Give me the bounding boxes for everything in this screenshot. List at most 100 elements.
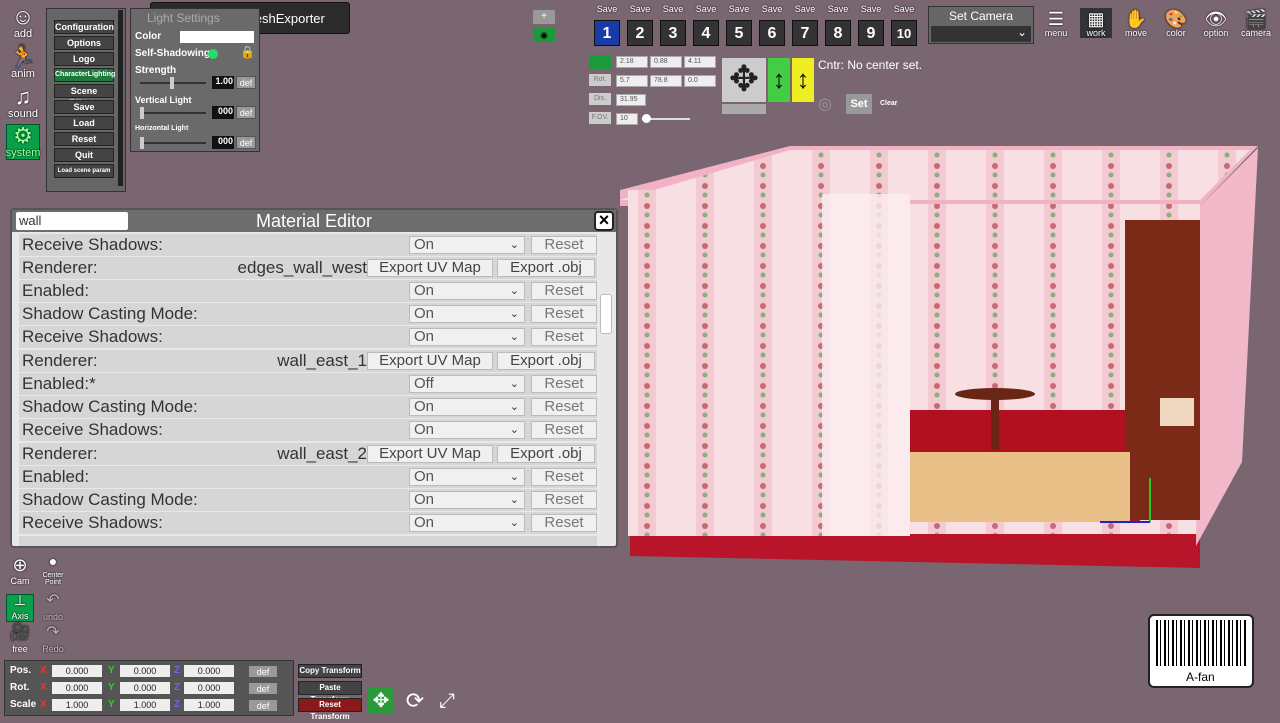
reset-button[interactable]: Reset xyxy=(531,375,597,393)
renderer-name: edges_wall_west xyxy=(237,258,367,277)
value-dropdown[interactable]: On ⌄ xyxy=(409,491,525,509)
property-label: Shadow Casting Mode: xyxy=(22,304,198,323)
material-editor-scrollbar[interactable] xyxy=(600,294,612,334)
rot-y-field[interactable]: 0.000 xyxy=(120,682,170,694)
property-label: Receive Shadows: xyxy=(22,420,163,439)
reset-button[interactable]: Reset xyxy=(531,236,597,254)
export-obj-button[interactable]: Export .obj xyxy=(497,352,595,370)
renderer-label: Renderer: xyxy=(22,258,98,277)
renderer-row: Renderer: edges_wall_west Export UV Map … xyxy=(19,257,597,279)
lamp xyxy=(1160,398,1194,426)
reset-transform-button[interactable]: Reset Transform xyxy=(298,698,362,721)
chevron-down-icon: ⌄ xyxy=(509,239,519,251)
value-dropdown[interactable]: On ⌄ xyxy=(409,421,525,439)
property-row: Receive Shadows: On ⌄ Reset xyxy=(19,326,597,348)
value-dropdown[interactable]: On ⌄ xyxy=(409,398,525,416)
scale-def-button[interactable]: def xyxy=(248,699,278,712)
reset-button[interactable]: Reset xyxy=(531,305,597,323)
property-row: Enabled: On ⌄ Reset xyxy=(19,280,597,302)
reset-button[interactable]: Reset xyxy=(531,514,597,532)
value-dropdown[interactable]: On ⌄ xyxy=(409,468,525,486)
property-label: Receive Shadows: xyxy=(22,235,163,254)
reset-button[interactable]: Reset xyxy=(531,421,597,439)
scale-y-field[interactable]: 1.000 xyxy=(120,699,170,711)
reset-button[interactable]: Reset xyxy=(531,491,597,509)
export-obj-button[interactable]: Export .obj xyxy=(497,445,595,463)
chevron-down-icon: ⌄ xyxy=(509,378,519,390)
property-row: Enabled:* Off ⌄ Reset xyxy=(19,373,597,395)
cam-plus-icon: ⊕ xyxy=(12,555,28,575)
axis-button[interactable]: ⊥ Axis xyxy=(6,592,34,622)
pos-y-field[interactable]: 0.000 xyxy=(120,665,170,677)
value-dropdown[interactable]: On ⌄ xyxy=(409,305,525,323)
pos-z-label: Z xyxy=(174,665,181,676)
pos-x-label: X xyxy=(40,665,47,676)
cam-button[interactable]: ⊕ Cam xyxy=(6,555,34,586)
pos-y-label: Y xyxy=(108,665,115,676)
pos-label: Pos. xyxy=(10,665,32,676)
move-gizmo-button[interactable]: ✥ xyxy=(368,688,394,714)
chevron-down-icon: ⌄ xyxy=(509,517,519,529)
property-row: Receive Shadows: On ⌄ Reset xyxy=(19,512,597,534)
value-dropdown[interactable]: Off ⌄ xyxy=(409,375,525,393)
reset-button[interactable]: Reset xyxy=(531,328,597,346)
rot-label: Rot. xyxy=(10,682,30,693)
rotate-gizmo-button[interactable]: ⟳ xyxy=(402,688,428,714)
renderer-row: Renderer: wall_east_2 Export UV Map Expo… xyxy=(19,443,597,465)
property-label: Receive Shadows: xyxy=(22,513,163,532)
search-input[interactable]: wall xyxy=(16,212,128,230)
value-dropdown[interactable]: On ⌄ xyxy=(409,514,525,532)
property-row: Enabled: On ⌄ Reset xyxy=(19,466,597,488)
axis-icon: ⊥ xyxy=(13,592,27,608)
logo-text: A-fan xyxy=(1186,670,1215,684)
barcode-logo: A-fan xyxy=(1148,614,1254,688)
rot-def-button[interactable]: def xyxy=(248,682,278,695)
scale-x-label: X xyxy=(40,699,47,710)
chevron-down-icon: ⌄ xyxy=(509,401,519,413)
value-dropdown[interactable]: On ⌄ xyxy=(409,328,525,346)
wardrobe xyxy=(1125,220,1200,520)
reset-button[interactable]: Reset xyxy=(531,282,597,300)
export-uv-map-button[interactable]: Export UV Map xyxy=(367,445,493,463)
pos-def-button[interactable]: def xyxy=(248,665,278,678)
rot-z-field[interactable]: 0.000 xyxy=(184,682,234,694)
property-label: Receive Shadows: xyxy=(22,327,163,346)
export-uv-map-button[interactable]: Export UV Map xyxy=(367,352,493,370)
material-editor-title: Material Editor xyxy=(255,211,373,231)
pos-x-field[interactable]: 0.000 xyxy=(52,665,102,677)
table-leg xyxy=(991,396,999,450)
export-uv-map-button[interactable]: Export UV Map xyxy=(367,259,493,277)
chevron-down-icon: ⌄ xyxy=(509,308,519,320)
scale-label: Scale xyxy=(10,699,37,710)
property-label: Shadow Casting Mode: xyxy=(22,490,198,509)
redo-button[interactable]: ↷ Redo xyxy=(38,624,68,654)
reset-button[interactable]: Reset xyxy=(531,468,597,486)
center-point-button[interactable]: ● Center Point xyxy=(38,553,68,586)
film-camera-icon: 🎥 xyxy=(10,624,30,641)
scale-gizmo-button[interactable]: ⤢ xyxy=(434,688,460,714)
close-button[interactable]: × xyxy=(594,211,614,231)
rot-z-label: Z xyxy=(174,682,181,693)
rot-x-field[interactable]: 0.000 xyxy=(52,682,102,694)
export-obj-button[interactable]: Export .obj xyxy=(497,259,595,277)
property-row: Shadow Casting Mode: On ⌄ Reset xyxy=(19,489,597,511)
free-button[interactable]: 🎥 free xyxy=(6,624,34,654)
door-panel xyxy=(822,194,910,536)
scale-z-label: Z xyxy=(174,699,181,710)
value-dropdown[interactable]: On ⌄ xyxy=(409,282,525,300)
scale-x-field[interactable]: 1.000 xyxy=(52,699,102,711)
property-row: Receive Shadows: On ⌄ Reset xyxy=(19,419,597,441)
partial-row xyxy=(19,536,597,546)
close-icon: × xyxy=(598,210,610,230)
reset-button[interactable]: Reset xyxy=(531,398,597,416)
pos-z-field[interactable]: 0.000 xyxy=(184,665,234,677)
paste-transform-button[interactable]: Paste Transform xyxy=(298,681,362,704)
undo-button[interactable]: ↶ undo xyxy=(38,592,68,622)
copy-transform-button[interactable]: Copy Transform xyxy=(298,664,362,678)
right-wall xyxy=(1196,148,1258,546)
scale-z-field[interactable]: 1.000 xyxy=(184,699,234,711)
property-row: Shadow Casting Mode: On ⌄ Reset xyxy=(19,303,597,325)
value-dropdown[interactable]: On ⌄ xyxy=(409,236,525,254)
renderer-label: Renderer: xyxy=(22,351,98,370)
chevron-down-icon: ⌄ xyxy=(509,424,519,436)
